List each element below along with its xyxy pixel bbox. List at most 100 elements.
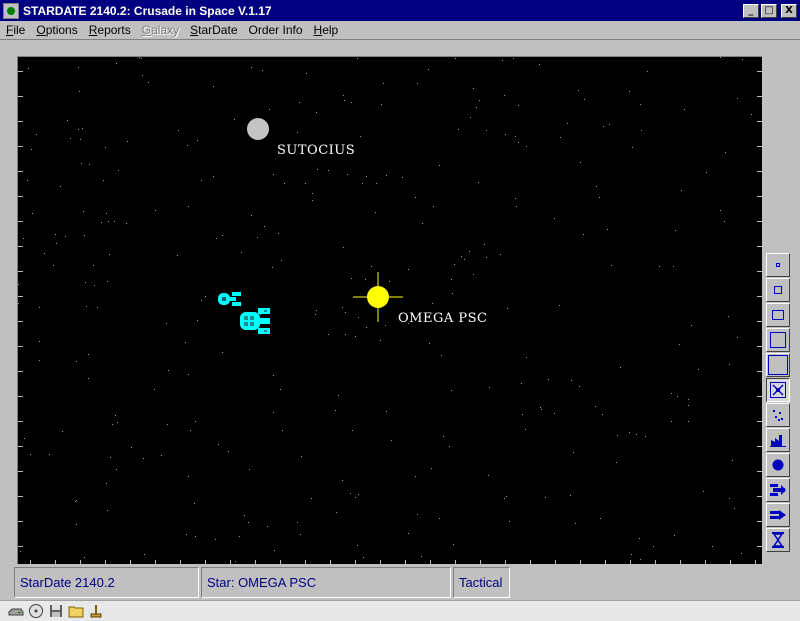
cd-icon[interactable] <box>28 603 44 619</box>
background-star <box>18 303 19 304</box>
background-star <box>449 446 450 447</box>
background-star <box>548 379 549 380</box>
scale-tick <box>555 560 556 564</box>
background-star <box>541 409 542 410</box>
menu-order-info[interactable]: Order Info <box>243 23 308 37</box>
factory-button[interactable] <box>766 428 790 452</box>
menu-file[interactable]: File <box>0 23 30 37</box>
background-star <box>571 380 572 381</box>
background-star <box>688 405 689 406</box>
background-star <box>629 432 630 433</box>
menu-options[interactable]: Options <box>30 23 82 37</box>
planet-label: SUTOCIUS <box>277 143 356 158</box>
scale-tick <box>18 71 23 72</box>
background-star <box>391 440 392 441</box>
scatter-button[interactable] <box>766 403 790 427</box>
scale-tick <box>18 196 23 197</box>
background-star <box>360 136 361 137</box>
tool-icon[interactable] <box>88 603 104 619</box>
background-star <box>729 364 730 365</box>
background-star <box>280 389 281 390</box>
background-star <box>336 512 337 513</box>
hourglass-icon <box>772 532 784 548</box>
background-star <box>386 175 387 176</box>
planet-button[interactable] <box>766 453 790 477</box>
fleet-move-button[interactable] <box>766 478 790 502</box>
menu-stardate[interactable]: StarDate <box>184 23 242 37</box>
zoom-small-button[interactable] <box>766 278 790 302</box>
folder-icon[interactable] <box>68 603 84 619</box>
background-star <box>28 68 29 69</box>
background-star <box>345 312 346 313</box>
background-star <box>301 456 302 457</box>
app-icon[interactable] <box>3 2 19 19</box>
background-star <box>454 264 455 265</box>
background-star <box>311 498 312 499</box>
menu-galaxy[interactable]: Galaxy <box>136 23 184 37</box>
floppy-icon[interactable] <box>48 603 64 619</box>
end-turn-button[interactable] <box>766 528 790 552</box>
background-star <box>674 535 675 536</box>
background-star <box>257 237 258 238</box>
menu-reports-label: eports <box>97 23 131 37</box>
background-star <box>328 170 329 171</box>
zoom-smallest-button[interactable] <box>766 253 790 277</box>
background-star <box>89 164 90 165</box>
zoom-medium-icon <box>772 310 784 320</box>
background-star <box>540 407 541 408</box>
zoom-large-icon <box>770 332 786 348</box>
background-star <box>431 468 432 469</box>
background-star <box>671 421 672 422</box>
zoom-large-button[interactable] <box>766 328 790 352</box>
background-star <box>347 174 348 175</box>
background-star <box>84 235 85 236</box>
background-star <box>473 274 474 275</box>
scale-tick <box>130 560 131 564</box>
scale-tick <box>18 396 23 397</box>
background-star <box>32 213 33 214</box>
fleet-cruiser-icon[interactable] <box>238 306 278 336</box>
tactical-map[interactable]: SUTOCIUS OMEGA PSC <box>17 56 762 564</box>
maximize-button[interactable]: □ <box>761 3 777 18</box>
background-star <box>706 172 707 173</box>
close-button[interactable]: X <box>781 3 797 18</box>
drive-icon[interactable] <box>8 603 24 619</box>
background-star <box>86 306 87 307</box>
scale-tick <box>705 560 706 564</box>
zoom-largest-button[interactable] <box>766 353 790 377</box>
background-star <box>455 58 456 59</box>
background-star <box>408 533 409 534</box>
background-star <box>380 340 381 341</box>
fleet-attack-button[interactable] <box>766 503 790 527</box>
scale-tick <box>18 321 23 322</box>
background-star <box>103 180 104 181</box>
background-star <box>684 109 685 110</box>
background-star <box>142 75 143 76</box>
right-scale-ticks <box>754 57 762 564</box>
planet-sutocius[interactable] <box>247 118 269 140</box>
scale-tick <box>18 246 23 247</box>
scale-tick <box>580 560 581 564</box>
menu-order-info-label: Order Info <box>248 23 303 37</box>
title-bar[interactable]: STARDATE 2140.2: Crusade in Space V.1.17… <box>0 0 800 21</box>
scale-tick <box>18 421 23 422</box>
background-star <box>470 117 471 118</box>
background-star <box>27 180 28 181</box>
target-select-button[interactable] <box>766 378 790 402</box>
background-star <box>342 307 343 308</box>
scale-tick <box>280 560 281 564</box>
minimize-button[interactable]: _ <box>743 3 759 18</box>
background-star <box>371 266 372 267</box>
menu-help[interactable]: Help <box>308 23 344 37</box>
menu-reports[interactable]: Reports <box>83 23 136 37</box>
star-omega-psc[interactable] <box>353 272 403 322</box>
zoom-medium-button[interactable] <box>766 303 790 327</box>
background-star <box>500 254 501 255</box>
background-star <box>429 343 430 344</box>
background-star <box>248 522 249 523</box>
background-star <box>116 469 117 470</box>
background-star <box>602 414 603 415</box>
scale-tick <box>757 271 762 272</box>
star-label: OMEGA PSC <box>398 311 488 326</box>
background-star <box>675 230 676 231</box>
